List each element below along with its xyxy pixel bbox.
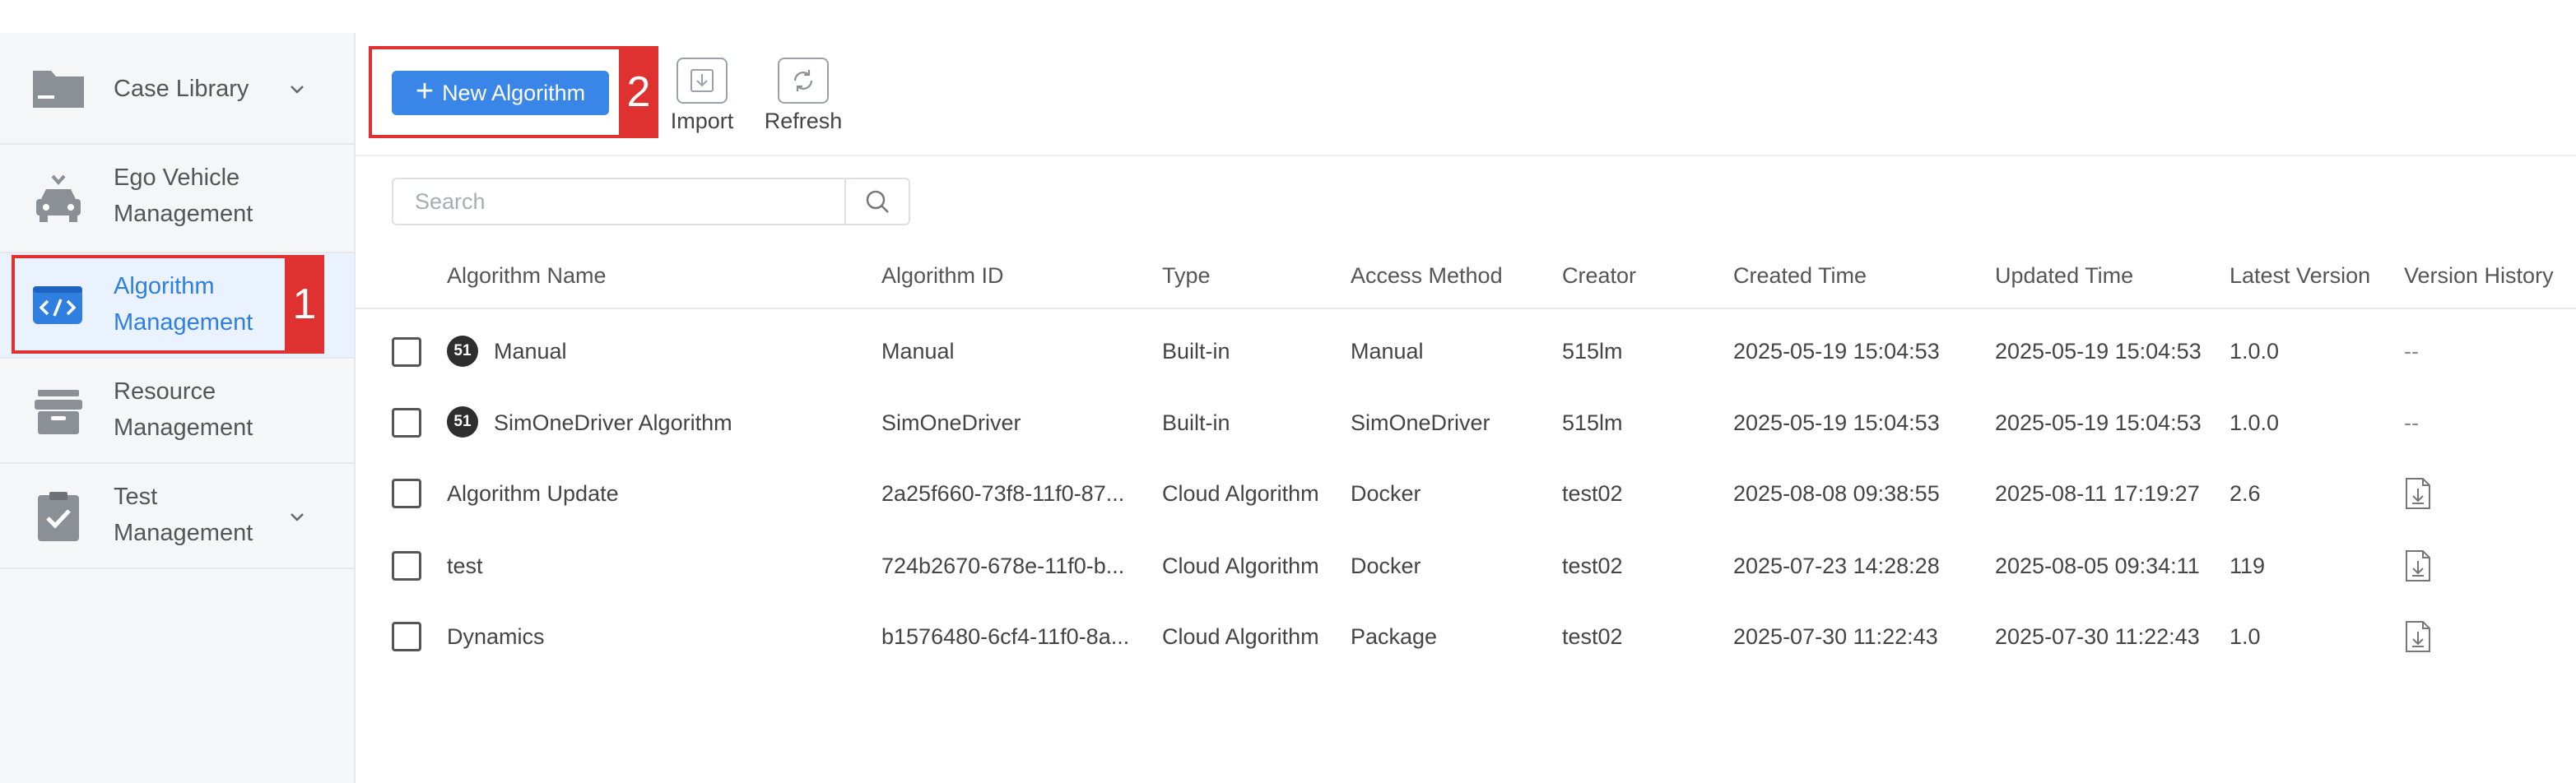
plus-icon: +: [415, 74, 435, 109]
column-header: Version History: [2404, 263, 2554, 288]
updated-time: 2025-08-11 17:19:27: [1995, 481, 2200, 506]
table-header-divider: [356, 308, 2576, 309]
algorithm-name: Manual: [494, 339, 567, 364]
row-checkbox[interactable]: [392, 408, 421, 438]
created-time: 2025-07-30 11:22:43: [1733, 624, 1938, 649]
sidebar-item-label: Algorithm Management: [114, 273, 253, 336]
column-header: Algorithm Name: [447, 263, 607, 288]
sidebar-item-test-management[interactable]: Test Management: [0, 464, 354, 569]
updated-time: 2025-05-19 15:04:53: [1995, 339, 2202, 364]
latest-version: 1.0: [2230, 624, 2261, 649]
latest-version: 2.6: [2230, 481, 2261, 506]
column-header: Access Method: [1351, 263, 1503, 288]
refresh-label: Refresh: [764, 109, 843, 133]
row-checkbox[interactable]: [392, 337, 421, 367]
algorithm-name: Dynamics: [447, 624, 545, 649]
refresh-button[interactable]: Refresh: [762, 58, 844, 134]
column-header: Latest Version: [2230, 263, 2371, 288]
column-header: Updated Time: [1995, 263, 2134, 288]
box-icon: [35, 390, 82, 434]
new-algorithm-label: New Algorithm: [442, 80, 586, 105]
latest-version: 1.0.0: [2230, 339, 2280, 364]
import-icon: [677, 58, 728, 104]
updated-time: 2025-05-19 15:04:53: [1995, 410, 2202, 435]
app-root: Case Library Ego Vehicle Management Algo…: [0, 0, 2576, 783]
document-download-icon[interactable]: [2404, 549, 2432, 582]
algorithm-name: Algorithm Update: [447, 481, 619, 506]
clipboard-check-icon: [38, 492, 79, 541]
created-time: 2025-07-23 14:28:28: [1733, 554, 1940, 578]
column-header: Type: [1162, 263, 1211, 288]
latest-version: 119: [2230, 554, 2266, 578]
algorithm-name: SimOneDriver Algorithm: [494, 410, 732, 435]
algorithm-name: test: [447, 554, 483, 578]
import-button[interactable]: Import: [665, 58, 739, 134]
sidebar-item-ego-vehicle[interactable]: Ego Vehicle Management: [0, 145, 354, 253]
code-icon: [33, 286, 82, 324]
creator: 515lm: [1562, 410, 1623, 435]
version-history-empty: --: [2404, 410, 2419, 435]
algorithm-type: Cloud Algorithm: [1162, 481, 1319, 506]
column-header: Created Time: [1733, 263, 1867, 288]
sidebar: Case Library Ego Vehicle Management Algo…: [0, 33, 356, 783]
creator: 515lm: [1562, 339, 1623, 364]
access-method: Manual: [1351, 339, 1424, 364]
row-checkbox[interactable]: [392, 551, 421, 581]
creator: test02: [1562, 481, 1623, 506]
created-time: 2025-05-19 15:04:53: [1733, 410, 1940, 435]
access-method: Docker: [1351, 481, 1421, 506]
search-button[interactable]: [844, 178, 910, 225]
algorithm-id: 2a25f660-73f8-11f0-87...: [881, 481, 1125, 506]
vehicle-icon: [36, 174, 81, 222]
row-checkbox[interactable]: [392, 479, 421, 508]
algorithm-id: Manual: [881, 339, 955, 364]
refresh-icon: [778, 58, 829, 104]
access-method: Package: [1351, 624, 1438, 649]
builtin-badge: 51: [447, 336, 478, 367]
builtin-badge: 51: [447, 406, 478, 438]
toolbar-divider: [356, 155, 2576, 156]
sidebar-item-label: Ego Vehicle Management: [114, 164, 253, 227]
created-time: 2025-08-08 09:38:55: [1733, 481, 1940, 506]
annotation-tag-2: 2: [619, 46, 658, 138]
annotation-tag-1: 1: [285, 255, 324, 354]
algorithm-type: Built-in: [1162, 410, 1230, 435]
created-time: 2025-05-19 15:04:53: [1733, 339, 1940, 364]
search-input[interactable]: [392, 178, 846, 225]
access-method: SimOneDriver: [1351, 410, 1490, 435]
search-icon: [866, 190, 889, 213]
creator: test02: [1562, 554, 1623, 578]
updated-time: 2025-07-30 11:22:43: [1995, 624, 2200, 649]
document-download-icon[interactable]: [2404, 620, 2432, 653]
algorithm-type: Cloud Algorithm: [1162, 624, 1319, 649]
sidebar-item-label: Test Management: [114, 484, 253, 546]
algorithm-type: Built-in: [1162, 339, 1230, 364]
version-history-empty: --: [2404, 339, 2419, 364]
latest-version: 1.0.0: [2230, 410, 2280, 435]
sidebar-item-case-library[interactable]: Case Library: [0, 33, 354, 145]
sidebar-item-label: Resource Management: [114, 378, 253, 441]
new-algorithm-button[interactable]: + New Algorithm: [392, 71, 609, 115]
algorithm-id: SimOneDriver: [881, 410, 1021, 435]
access-method: Docker: [1351, 554, 1421, 578]
document-download-icon[interactable]: [2404, 477, 2432, 510]
updated-time: 2025-08-05 09:34:11: [1995, 554, 2200, 578]
chevron-down-icon: [291, 513, 304, 521]
column-header: Algorithm ID: [881, 263, 1004, 288]
column-header: Creator: [1562, 263, 1637, 288]
import-label: Import: [670, 109, 734, 133]
folder-icon: [33, 71, 84, 108]
algorithm-id: b1576480-6cf4-11f0-8a...: [881, 624, 1130, 649]
chevron-down-icon: [291, 86, 304, 94]
row-checkbox[interactable]: [392, 622, 421, 651]
algorithm-type: Cloud Algorithm: [1162, 554, 1319, 578]
algorithm-id: 724b2670-678e-11f0-b...: [881, 554, 1125, 578]
sidebar-item-label: Case Library: [114, 76, 249, 102]
creator: test02: [1562, 624, 1623, 649]
sidebar-item-resource-management[interactable]: Resource Management: [0, 359, 354, 464]
